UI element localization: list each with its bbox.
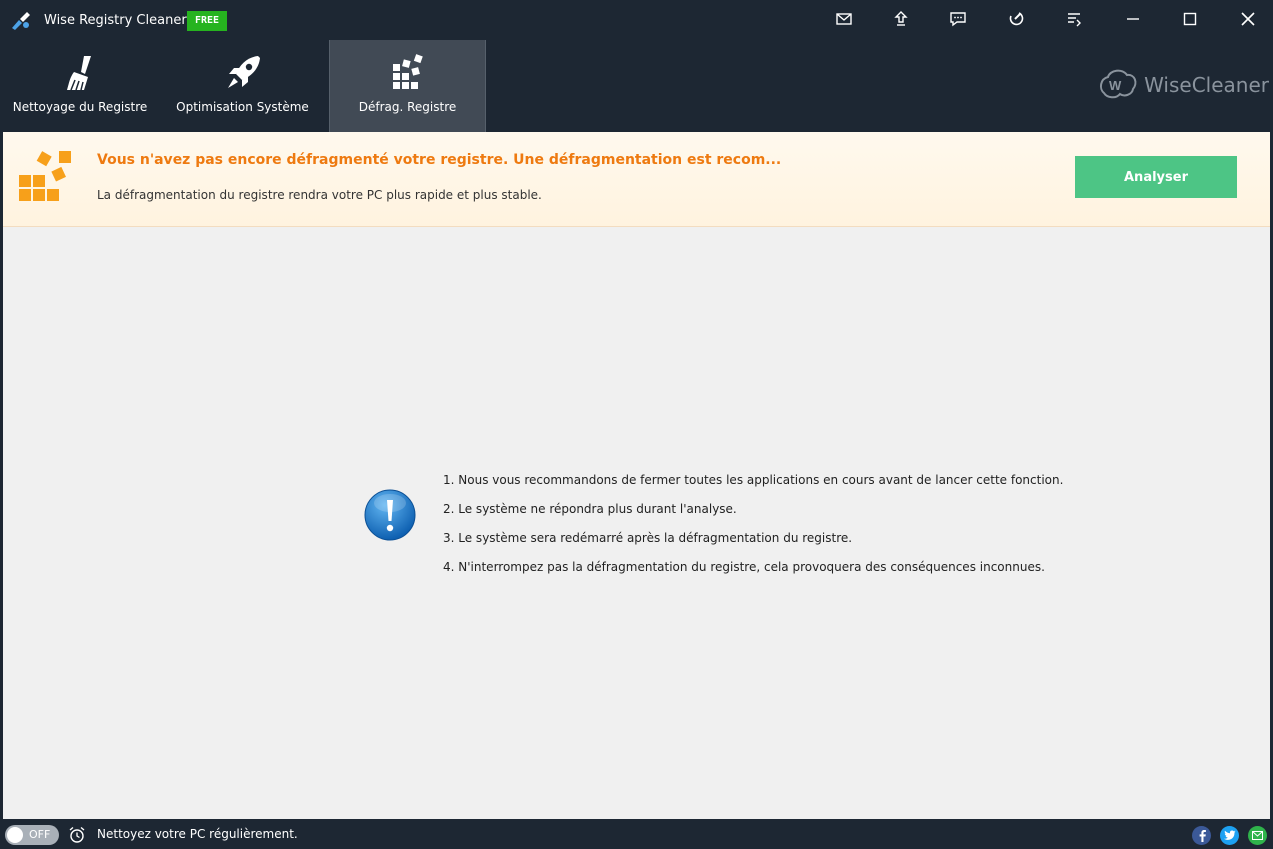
- svg-text:W: W: [1109, 78, 1122, 93]
- status-bar: OFF Nettoyez votre PC régulièrement.: [0, 819, 1273, 849]
- brand-name: WiseCleaner: [1144, 73, 1269, 97]
- twitter-icon: [1223, 830, 1235, 840]
- close-icon: [1241, 12, 1255, 26]
- minimize-button[interactable]: [1113, 4, 1153, 34]
- facebook-button[interactable]: [1192, 826, 1211, 845]
- feedback-button[interactable]: [944, 5, 972, 33]
- feedback-icon: [950, 12, 966, 27]
- defrag-banner: Vous n'avez pas encore défragmenté votre…: [3, 132, 1270, 227]
- maximize-button[interactable]: [1170, 4, 1210, 34]
- free-badge: FREE: [187, 11, 227, 31]
- toggle-knob: [7, 827, 23, 843]
- banner-title: Vous n'avez pas encore défragmenté votre…: [97, 152, 782, 168]
- mail-button[interactable]: [830, 5, 858, 33]
- note-item: 4. N'interrompez pas la défragmentation …: [443, 560, 1045, 574]
- wisecleaner-logo-icon: W: [1100, 69, 1137, 99]
- tab-registry-cleaner[interactable]: Nettoyage du Registre: [0, 40, 160, 132]
- toggle-label: OFF: [29, 828, 51, 841]
- app-window: Wise Registry Cleaner X FREE Nettoyage d…: [0, 0, 1273, 849]
- main-menu-button[interactable]: [1060, 5, 1088, 33]
- upload-icon: [894, 11, 908, 26]
- alarm-clock-icon[interactable]: [68, 826, 86, 844]
- close-button[interactable]: [1228, 4, 1268, 34]
- skin-icon: [1009, 12, 1024, 26]
- email-share-button[interactable]: [1248, 826, 1267, 845]
- tab-label: Nettoyage du Registre: [12, 100, 148, 114]
- main-tabs: Nettoyage du Registre Optimisation Systè…: [0, 40, 1273, 132]
- minimize-icon: [1127, 18, 1139, 20]
- maximize-icon: [1183, 12, 1197, 26]
- mail-icon: [836, 13, 852, 25]
- tab-label: Optimisation Système: [176, 100, 309, 114]
- tab-registry-defrag[interactable]: Défrag. Registre: [329, 40, 486, 132]
- facebook-icon: [1199, 830, 1206, 842]
- note-item: 3. Le système sera redémarré après la dé…: [443, 531, 853, 545]
- rocket-icon: [227, 56, 260, 88]
- status-text: Nettoyez votre PC régulièrement.: [97, 827, 298, 841]
- upgrade-button[interactable]: [887, 5, 915, 33]
- defrag-icon: [392, 54, 423, 89]
- menu-icon: [1068, 13, 1081, 27]
- banner-subtitle: La défragmentation du registre rendra vo…: [97, 188, 542, 202]
- wisecleaner-brand[interactable]: W WiseCleaner: [1098, 67, 1269, 103]
- envelope-icon: [1252, 831, 1263, 840]
- twitter-button[interactable]: [1220, 826, 1239, 845]
- skin-button[interactable]: [1002, 5, 1030, 33]
- title-bar: Wise Registry Cleaner X FREE: [0, 0, 1273, 40]
- app-logo-icon: [12, 12, 30, 30]
- analyze-button[interactable]: Analyser: [1075, 156, 1237, 198]
- note-item: 1. Nous vous recommandons de fermer tout…: [443, 473, 1064, 487]
- main-content: Vous n'avez pas encore défragmenté votre…: [3, 132, 1270, 819]
- auto-clean-toggle[interactable]: OFF: [5, 825, 59, 845]
- note-item: 2. Le système ne répondra plus durant l'…: [443, 502, 737, 516]
- app-title: Wise Registry Cleaner X: [44, 13, 200, 28]
- tab-system-optimization[interactable]: Optimisation Système: [165, 40, 320, 132]
- defrag-notes-list: 1. Nous vous recommandons de fermer tout…: [443, 466, 1063, 582]
- info-exclamation-icon: [364, 489, 416, 541]
- defrag-status-icon: [19, 151, 71, 201]
- tab-label: Défrag. Registre: [358, 100, 457, 114]
- broom-icon: [67, 56, 91, 91]
